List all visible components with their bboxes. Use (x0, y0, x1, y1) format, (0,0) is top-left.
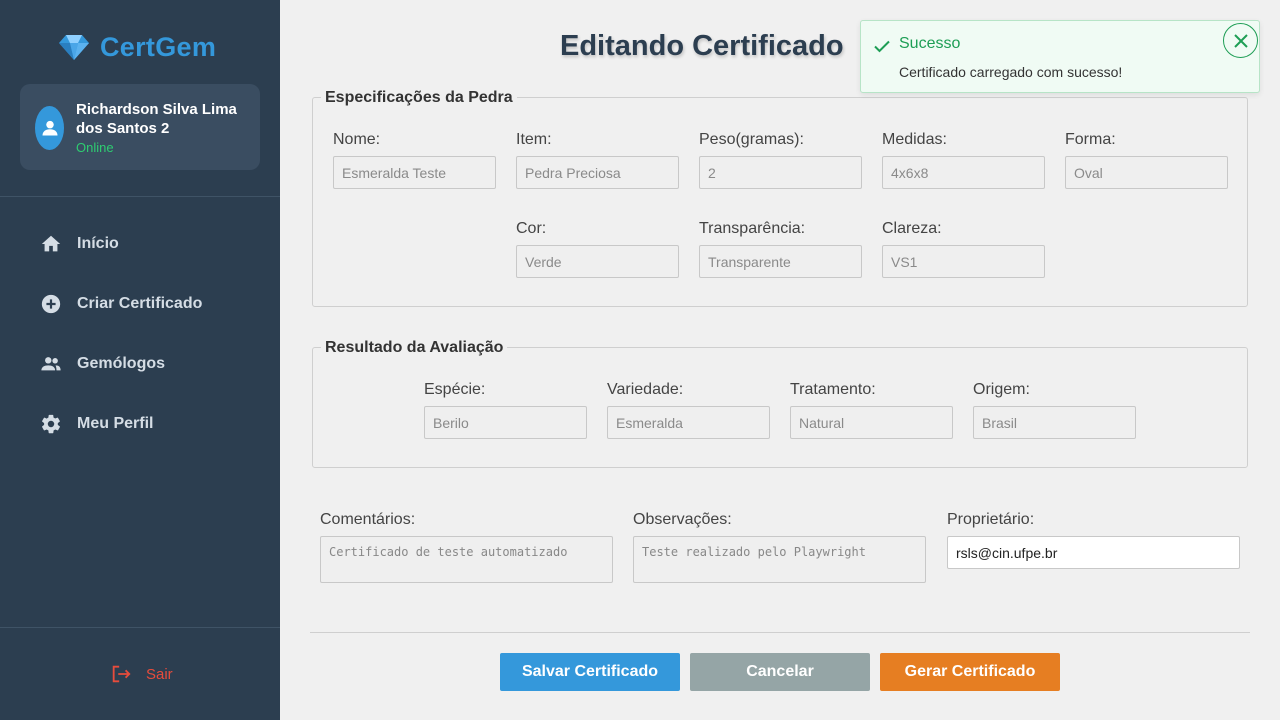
brand[interactable]: CertGem (58, 30, 216, 64)
field-label: Tratamento: (790, 381, 876, 398)
nav-item-gemologos[interactable]: Gemólogos (0, 344, 280, 384)
sidebar: CertGem Richardson Silva Lima dos Santos… (0, 0, 280, 720)
field-label: Espécie: (424, 381, 486, 398)
nav-item-label: Criar Certificado (77, 295, 203, 312)
logout-icon (112, 665, 131, 683)
success-toast: Sucesso Certificado carregado com sucess… (860, 20, 1260, 93)
stone-specs-section: Especificações da Pedra Nome: Esmeralda … (312, 89, 1248, 307)
check-icon (874, 40, 890, 53)
sidebar-divider (0, 196, 280, 197)
field-variedade: Variedade: Esmeralda (607, 381, 770, 439)
field-label: Peso(gramas): (699, 131, 804, 148)
nav-item-label: Gemólogos (77, 355, 166, 372)
section-legend: Especificações da Pedra (321, 89, 517, 107)
user-card: Richardson Silva Lima dos Santos 2 Onlin… (20, 84, 260, 170)
field-tratamento: Tratamento: Natural (790, 381, 953, 439)
brand-name: CertGem (100, 31, 217, 62)
forma-input[interactable]: Oval (1065, 156, 1228, 189)
avatar (35, 106, 64, 150)
field-clareza: Clareza: VS1 (882, 220, 1045, 278)
nav-item-criar-certificado[interactable]: Criar Certificado (0, 284, 280, 324)
gem-icon (59, 35, 89, 60)
field-label: Observações: (633, 511, 732, 528)
sidebar-divider (0, 627, 280, 628)
field-origem: Origem: Brasil (973, 381, 1136, 439)
gear-icon (40, 413, 62, 435)
field-label: Forma: (1065, 131, 1116, 148)
toast-title: Sucesso (899, 35, 961, 52)
clareza-input[interactable]: VS1 (882, 245, 1045, 278)
field-medidas: Medidas: 4x6x8 (882, 131, 1045, 189)
item-input[interactable]: Pedra Preciosa (516, 156, 679, 189)
field-observacoes: Observações: Teste realizado pelo Playwr… (633, 511, 926, 583)
field-comentarios: Comentários: Certificado de teste automa… (320, 511, 613, 583)
user-icon (42, 120, 57, 136)
field-label: Cor: (516, 220, 547, 237)
nav-item-label: Meu Perfil (77, 415, 154, 432)
save-certificate-button[interactable]: Salvar Certificado (500, 653, 680, 691)
field-label: Transparência: (699, 220, 806, 237)
field-label: Nome: (333, 131, 381, 148)
actions-divider (310, 632, 1250, 633)
cancel-button[interactable]: Cancelar (690, 653, 870, 691)
people-icon (40, 353, 62, 375)
user-status: Online (76, 140, 114, 155)
logout-button[interactable]: Sair (110, 662, 173, 686)
field-label: Comentários: (320, 511, 416, 528)
peso-input[interactable]: 2 (699, 156, 862, 189)
toast-message: Certificado carregado com sucesso! (899, 64, 1123, 80)
field-especie: Espécie: Berilo (424, 381, 587, 439)
evaluation-result-section: Resultado da Avaliação Espécie: Berilo V… (312, 339, 1248, 468)
field-proprietario: Proprietário: rsls@cin.ufpe.br (947, 511, 1240, 569)
field-cor: Cor: Verde (516, 220, 679, 278)
user-name: Richardson Silva Lima dos Santos 2 (76, 101, 237, 137)
plus-circle-icon (40, 293, 62, 315)
origem-input[interactable]: Brasil (973, 406, 1136, 439)
field-forma: Forma: Oval (1065, 131, 1228, 189)
nav-item-inicio[interactable]: Início (0, 224, 280, 264)
cor-input[interactable]: Verde (516, 245, 679, 278)
field-label: Origem: (973, 381, 1030, 398)
field-label: Proprietário: (947, 511, 1035, 528)
transparencia-input[interactable]: Transparente (699, 245, 862, 278)
home-icon (40, 233, 62, 255)
field-nome: Nome: Esmeralda Teste (333, 131, 496, 189)
logout-label: Sair (146, 665, 173, 683)
close-icon (1233, 33, 1248, 48)
field-item: Item: Pedra Preciosa (516, 131, 679, 189)
field-peso: Peso(gramas): 2 (699, 131, 862, 189)
nav-item-label: Início (77, 235, 119, 252)
field-label: Medidas: (882, 131, 947, 148)
tratamento-input[interactable]: Natural (790, 406, 953, 439)
nome-input[interactable]: Esmeralda Teste (333, 156, 496, 189)
comentarios-textarea[interactable]: Certificado de teste automatizado (320, 536, 613, 583)
nav-item-meu-perfil[interactable]: Meu Perfil (0, 404, 280, 444)
generate-certificate-button[interactable]: Gerar Certificado (880, 653, 1060, 691)
field-transparencia: Transparência: Transparente (699, 220, 862, 278)
field-label: Variedade: (607, 381, 684, 398)
field-label: Item: (516, 131, 552, 148)
medidas-input[interactable]: 4x6x8 (882, 156, 1045, 189)
variedade-input[interactable]: Esmeralda (607, 406, 770, 439)
field-label: Clareza: (882, 220, 942, 237)
section-legend: Resultado da Avaliação (321, 339, 508, 357)
especie-input[interactable]: Berilo (424, 406, 587, 439)
toast-close-button[interactable] (1223, 23, 1258, 58)
observacoes-textarea[interactable]: Teste realizado pelo Playwright (633, 536, 926, 583)
proprietario-input[interactable]: rsls@cin.ufpe.br (947, 536, 1240, 569)
